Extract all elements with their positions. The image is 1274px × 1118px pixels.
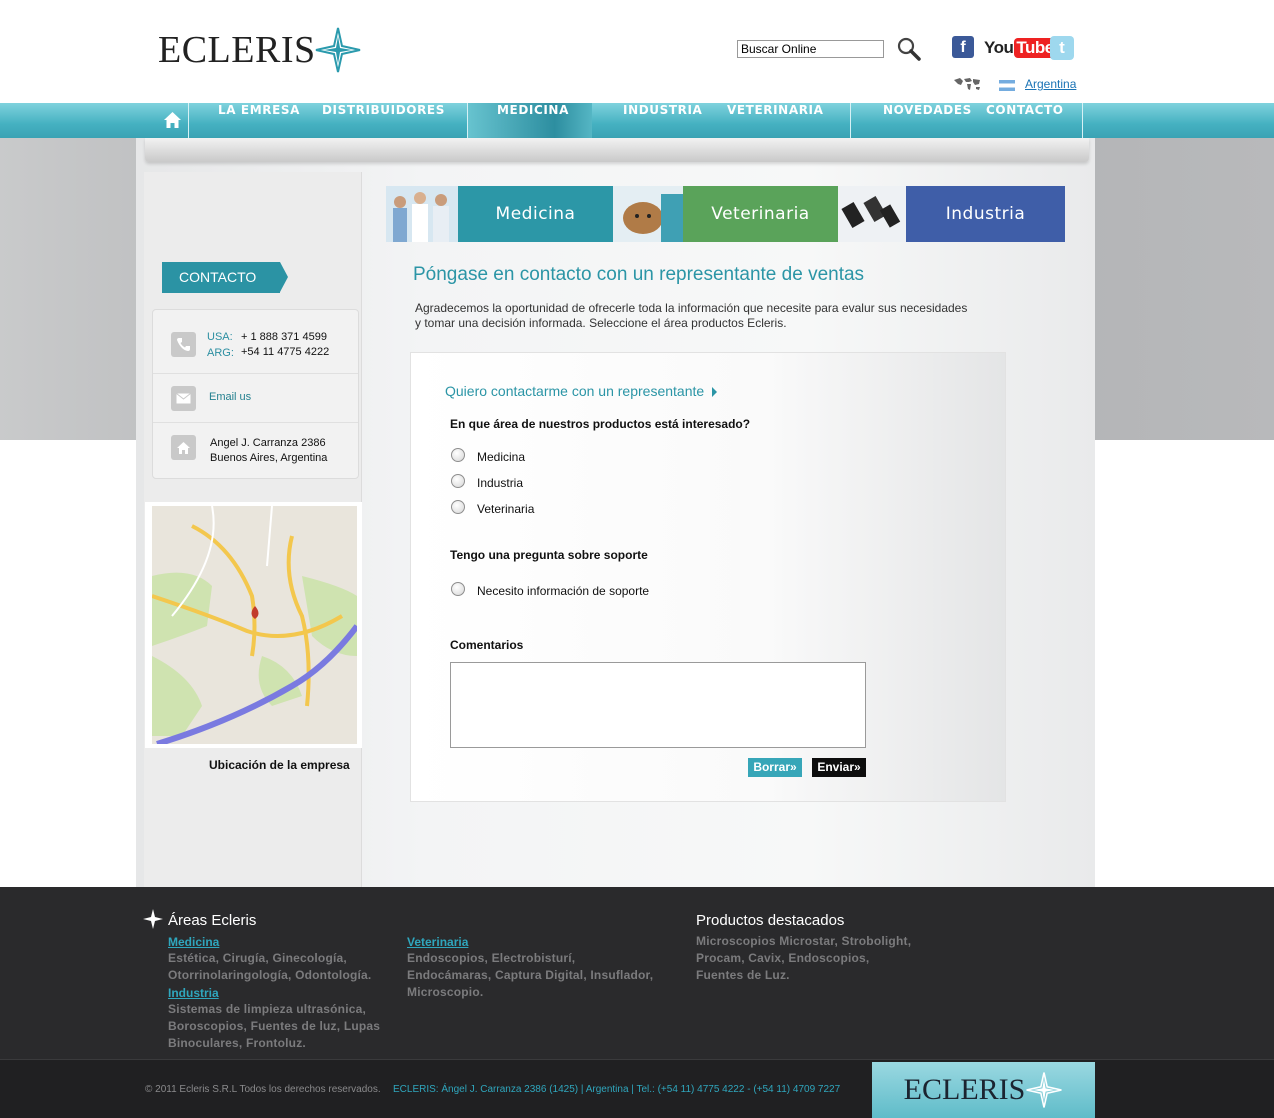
footer-productos-line: Fuentes de Luz. — [696, 968, 790, 982]
star-logo-icon — [315, 27, 360, 73]
comments-label: Comentarios — [450, 638, 524, 652]
banner-industria[interactable]: Industria — [906, 186, 1065, 242]
footer-logo-text: ECLERIS — [903, 1073, 1026, 1106]
form-heading: Quiero contactarme con un representante — [445, 383, 705, 399]
footer-productos-title: Productos destacados — [696, 912, 845, 929]
intro-line2: y tomar una decisión informada. Seleccio… — [415, 316, 787, 330]
copyright-text: © 2011 Ecleris S.R.L Todos los derechos … — [145, 1084, 381, 1095]
intro-line1: Agradecemos la oportunidad de ofrecerle … — [415, 301, 968, 315]
nav-industria[interactable]: INDUSTRIA — [623, 103, 702, 138]
industria-photo — [838, 186, 906, 242]
radio-label-support: Necesito información de soporte — [477, 584, 650, 598]
usa-label: USA: — [207, 331, 233, 343]
ecleris-logo[interactable]: ECLERIS — [158, 26, 362, 74]
radio-veterinaria[interactable] — [451, 500, 465, 514]
arg-label: ARG: — [207, 347, 234, 359]
footer-areas-title: Áreas Ecleris — [168, 912, 257, 929]
footer-medicina-text: Estética, Cirugía, Ginecología, Otorrino… — [168, 950, 371, 984]
footer-veterinaria-line: Endoscopios, Electrobisturí, — [407, 951, 576, 965]
address-row: Angel J. Carranza 2386 Buenos Aires, Arg… — [153, 423, 358, 478]
address-line2: Buenos Aires, Argentina — [210, 452, 328, 464]
address-line1: Angel J. Carranza 2386 — [210, 437, 326, 449]
footer-veterinaria-line: Microscopio. — [407, 985, 484, 999]
main-nav: LA EMRESA DISTRIBUIDORES MEDICINA INDUST… — [0, 103, 1274, 138]
question-area: En que área de nuestros productos está i… — [450, 417, 751, 431]
footer-industria-line: Boroscopios, Fuentes de luz, Lupas — [168, 1019, 381, 1033]
map-caption: Ubicación de la empresa — [209, 758, 350, 772]
nav-veterinaria[interactable]: VETERINARIA — [727, 103, 824, 138]
footer-logo[interactable]: ECLERIS — [872, 1062, 1095, 1118]
home-icon[interactable] — [163, 111, 182, 129]
radio-label-veterinaria: Veterinaria — [477, 502, 535, 516]
intro-text: Agradecemos la oportunidad de ofrecerle … — [415, 301, 995, 331]
page-title: Póngase en contacto con un representante… — [413, 264, 865, 285]
footer-link-medicina[interactable]: Medicina — [168, 935, 219, 949]
radio-medicina[interactable] — [451, 448, 465, 462]
contact-info-box: USA: + 1 888 371 4599 ARG: +54 11 4775 4… — [152, 309, 359, 479]
radio-industria[interactable] — [451, 474, 465, 488]
footer-link-industria[interactable]: Industria — [168, 986, 219, 1000]
nav-separator — [188, 103, 189, 138]
footer-industria-text: Sistemas de limpieza ultrasónica, Borosc… — [168, 1001, 380, 1052]
footer-link-veterinaria[interactable]: Veterinaria — [407, 935, 468, 949]
mail-icon — [171, 386, 196, 411]
phone-icon — [171, 332, 196, 357]
twitter-icon[interactable]: t — [1050, 36, 1074, 60]
radio-label-industria: Industria — [477, 476, 524, 490]
footer-industria-line: Binoculares, Frontoluz. — [168, 1036, 306, 1050]
nav-separator — [850, 103, 851, 138]
search-icon[interactable] — [896, 36, 922, 62]
email-row: Email us — [153, 374, 358, 423]
content-ribbon — [145, 138, 1089, 162]
clear-button[interactable]: Borrar» — [748, 758, 802, 777]
footer-address: ECLERIS: Ángel J. Carranza 2386 (1425) |… — [393, 1084, 841, 1095]
location-map[interactable] — [145, 502, 362, 748]
radio-label-medicina: Medicina — [477, 450, 526, 464]
category-banner: Medicina Veterinaria Industria — [386, 186, 1065, 242]
footer-veterinaria-line: Endocámaras, Captura Digital, Insuflador… — [407, 968, 654, 982]
nav-contacto[interactable]: CONTACTO — [986, 103, 1064, 138]
footer-medicina-line: Estética, Cirugía, Ginecología, — [168, 951, 347, 965]
nav-la-empresa[interactable]: LA EMRESA — [218, 103, 300, 138]
banner-veterinaria[interactable]: Veterinaria — [683, 186, 838, 242]
email-link[interactable]: Email us — [209, 391, 251, 403]
nav-medicina[interactable]: MEDICINA — [497, 103, 569, 138]
footer-veterinaria-text: Endoscopios, Electrobisturí, Endocámaras… — [407, 950, 653, 1001]
facebook-icon[interactable]: f — [952, 36, 974, 58]
comments-textarea[interactable] — [450, 662, 866, 748]
footer-productos-text: Microscopios Microstar, Strobolight, Pro… — [696, 933, 911, 984]
banner-medicina[interactable]: Medicina — [458, 186, 613, 242]
question-support: Tengo una pregunta sobre soporte — [450, 548, 648, 562]
nav-separator — [467, 103, 468, 138]
home-address-icon — [171, 435, 196, 460]
phone-row: USA: + 1 888 371 4599 ARG: +54 11 4775 4… — [153, 310, 358, 374]
country-link[interactable]: Argentina — [1025, 77, 1076, 91]
send-button[interactable]: Enviar» — [812, 758, 866, 777]
star-icon — [143, 909, 163, 929]
medicina-photo — [386, 186, 458, 242]
search-input[interactable] — [737, 40, 884, 58]
nav-distribuidores[interactable]: DISTRIBUIDORES — [322, 103, 445, 138]
footer-medicina-line: Otorrinolaringología, Odontología. — [168, 968, 372, 982]
footer-productos-line: Procam, Cavix, Endoscopios, — [696, 951, 870, 965]
arg-phone: +54 11 4775 4222 — [241, 346, 330, 358]
radio-support[interactable] — [451, 582, 465, 596]
youtube-icon[interactable]: You Tube — [984, 38, 1056, 58]
argentina-flag-icon — [999, 80, 1015, 91]
usa-phone: + 1 888 371 4599 — [241, 331, 327, 343]
youtube-you: You — [984, 38, 1014, 57]
nav-novedades[interactable]: NOVEDADES — [883, 103, 972, 138]
nav-separator — [1082, 103, 1083, 138]
footer-star-icon — [1026, 1072, 1062, 1108]
footer-productos-line: Microscopios Microstar, Strobolight, — [696, 934, 912, 948]
veterinaria-photo — [613, 186, 683, 242]
contact-tab: CONTACTO — [162, 262, 288, 293]
logo-text: ECLERIS — [158, 29, 316, 71]
map-image — [152, 506, 357, 744]
arrow-right-icon — [712, 387, 717, 397]
footer-industria-line: Sistemas de limpieza ultrasónica, — [168, 1002, 367, 1016]
world-map-icon — [954, 78, 980, 90]
